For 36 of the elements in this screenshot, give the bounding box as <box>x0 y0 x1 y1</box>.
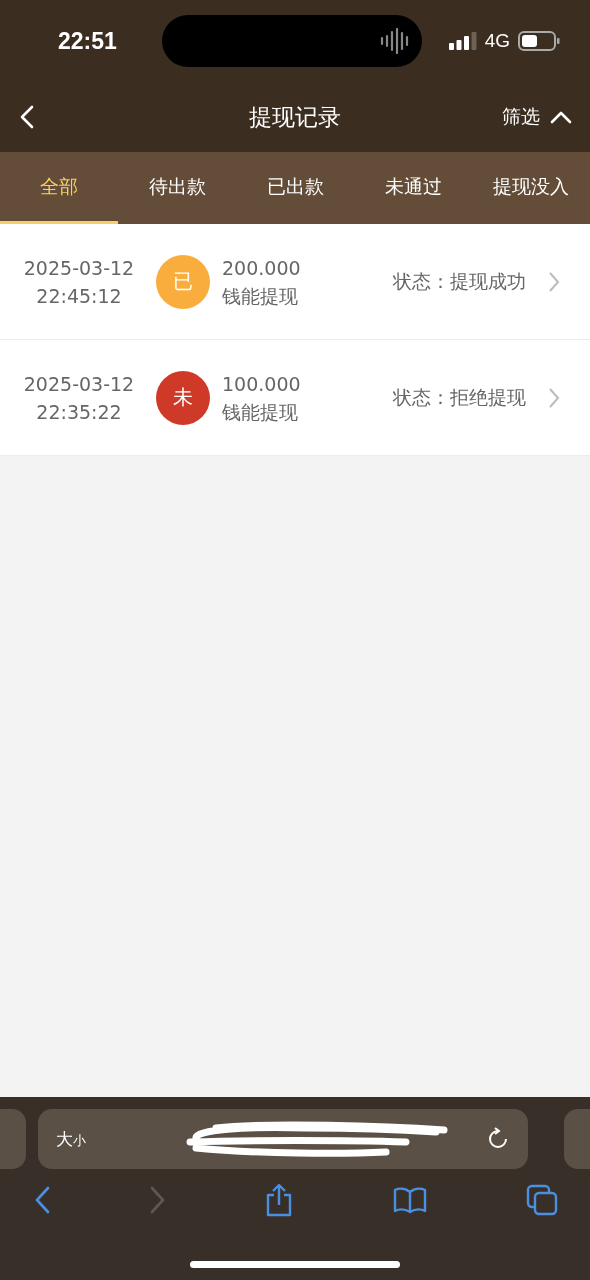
record-time: 22:45:12 <box>36 283 122 309</box>
record-row[interactable]: 2025-03-12 22:45:12 已 200.000 钱能提现 状态：提现成功 <box>0 224 590 340</box>
book-icon[interactable] <box>392 1186 427 1214</box>
record-date: 2025-03-12 <box>23 255 135 281</box>
filter-button[interactable]: 筛选 <box>502 104 572 130</box>
back-button[interactable] <box>18 103 36 131</box>
reload-icon[interactable] <box>486 1127 510 1151</box>
share-icon[interactable] <box>265 1183 293 1217</box>
record-status: 状态：拒绝提现 <box>393 384 526 410</box>
signal-icon <box>448 32 477 50</box>
text-size-button[interactable]: 大小 <box>56 1127 86 1151</box>
chevron-icon <box>548 270 560 293</box>
back-icon[interactable] <box>34 1186 50 1214</box>
record-type: 钱能提现 <box>222 283 299 309</box>
record-date: 2025-03-12 <box>23 371 135 397</box>
filter-tab[interactable]: 待出款 <box>118 152 236 224</box>
caret-icon <box>550 110 572 124</box>
record-time: 22:35:22 <box>36 399 122 425</box>
status-time: 22:51 <box>58 27 118 55</box>
waveform-icon <box>380 28 410 54</box>
record-row[interactable]: 2025-03-12 22:35:22 未 100.000 钱能提现 状态：拒绝提现 <box>0 340 590 456</box>
network-label: 4G <box>484 30 510 52</box>
record-amount: 200.000 <box>222 255 301 281</box>
filter-tab[interactable]: 提现没入 <box>472 152 590 224</box>
address-bar[interactable]: 大小 <box>38 1109 528 1169</box>
status-badge: 已 <box>156 254 210 309</box>
status-badge: 未 <box>156 370 210 425</box>
filter-tab[interactable]: 已出款 <box>236 152 354 224</box>
record-status: 状态：提现成功 <box>393 268 526 294</box>
battery-icon <box>518 31 560 51</box>
record-type: 钱能提现 <box>222 399 299 425</box>
record-amount: 100.000 <box>222 371 301 397</box>
chevron-icon <box>548 386 560 409</box>
page-title: 提现记录 <box>249 102 341 132</box>
filter-tab[interactable]: 未通过 <box>354 152 472 224</box>
tabs-icon[interactable] <box>526 1184 558 1216</box>
